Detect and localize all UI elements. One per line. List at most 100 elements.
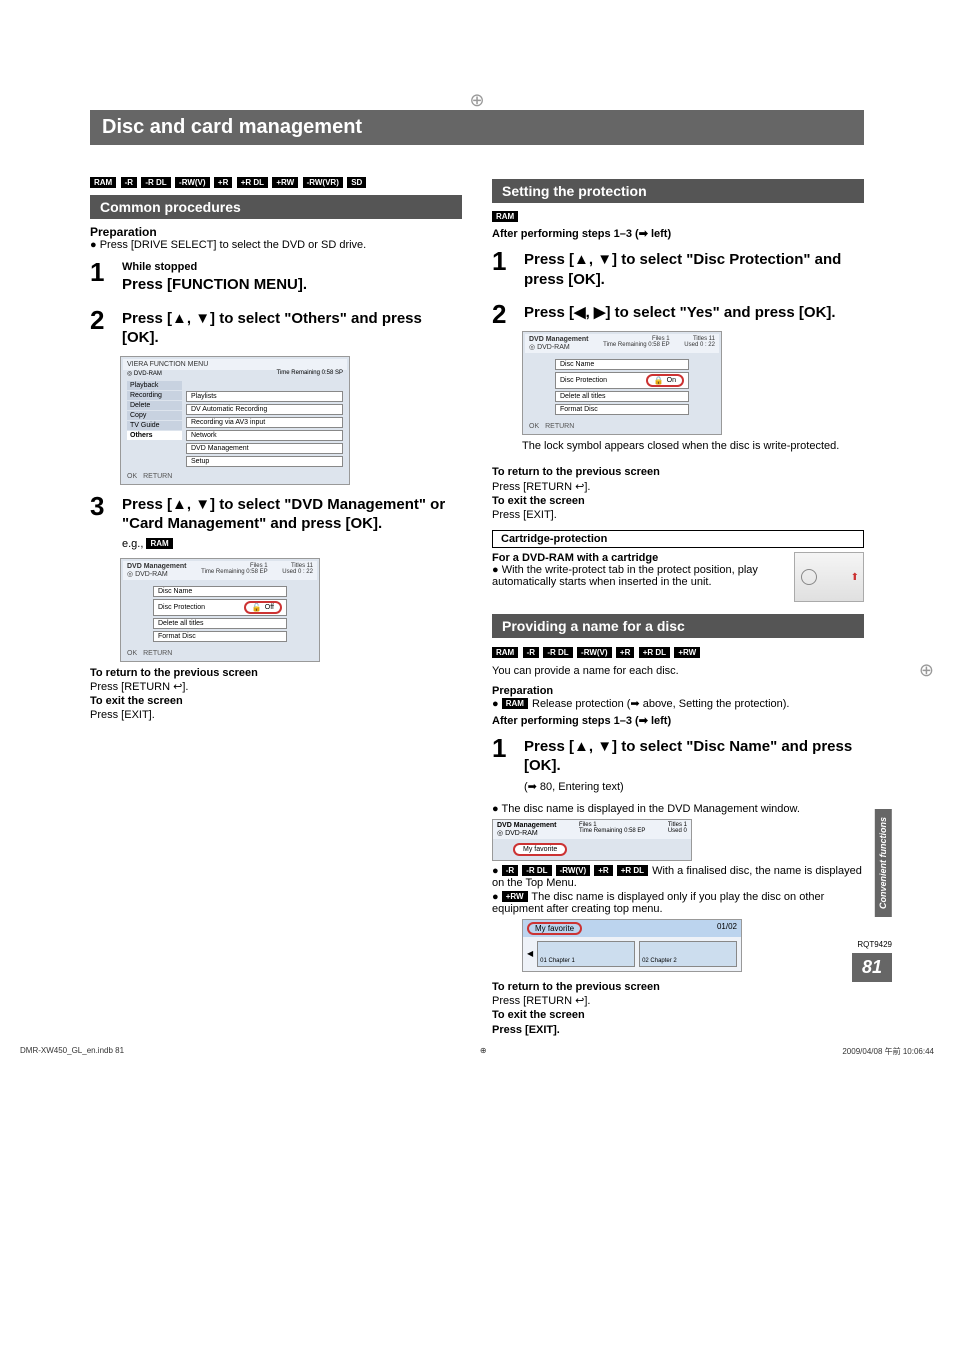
exit-label2: To exit the screen — [492, 495, 585, 507]
section-common-procedures: Common procedures — [90, 195, 462, 219]
dvd-management-screenshot-on: DVD Management◎ DVD-RAM Files 1 Time Rem… — [522, 331, 722, 435]
badge: +R — [214, 177, 232, 188]
return-label: To return to the previous screen — [90, 667, 258, 679]
step-number-2: 2 — [492, 301, 514, 327]
badge: -R — [121, 177, 137, 188]
menu-item: Playlists — [186, 391, 343, 402]
right-column: Setting the protection RAM After perform… — [492, 175, 864, 1037]
badge: -RW(V) — [556, 865, 591, 876]
sidebar-item: TV Guide — [127, 421, 182, 430]
step3-main: Press [▲, ▼] to select "DVD Management" … — [122, 495, 462, 534]
ss-disc: DVD-RAM — [134, 371, 162, 377]
step-number-3: 3 — [90, 493, 112, 519]
badge: -R — [523, 647, 539, 658]
exit-text: Press [EXIT]. — [90, 709, 155, 721]
step-number-2: 2 — [90, 307, 112, 333]
ss-return2: RETURN — [143, 650, 172, 657]
page-title: Disc and card management — [90, 110, 864, 145]
msul: Used — [668, 828, 682, 834]
cartridge-heading: Cartridge-protection — [492, 530, 864, 548]
badge: +RW — [272, 177, 298, 188]
dvd-management-screenshot-off: DVD Management◎ DVD-RAM Files 1 Time Rem… — [120, 558, 320, 662]
registration-mark-top: ⊕ — [469, 90, 484, 111]
badge: +R — [594, 865, 612, 876]
return-label2: To return to the previous screen — [492, 466, 660, 478]
format-badges-2: RAM -R -R DL -RW(V) +R +R DL +RW — [492, 644, 864, 658]
uv: 0 : 22 — [700, 342, 715, 348]
rw-text: The disc name is displayed only if you p… — [492, 891, 824, 915]
ul: Used — [684, 342, 698, 348]
ss-ok2: OK — [127, 650, 137, 657]
dm-item: Format Disc — [153, 631, 287, 642]
ss-ok: OK — [127, 473, 137, 480]
r: Time Remaining 0:58 EP — [603, 342, 669, 348]
step-number-1: 1 — [492, 735, 514, 761]
lock-note: The lock symbol appears closed when the … — [522, 439, 864, 453]
dm-item: Delete all titles — [153, 618, 287, 629]
return-text3: Press [RETURN ↩]. — [492, 995, 590, 1007]
finalised-note: ● -R -R DL -RW(V) +R +R DL With a finali… — [492, 865, 864, 889]
dm-off: Off — [265, 604, 274, 611]
rqt-code: RQT9429 — [857, 940, 892, 949]
preparation-label: Preparation — [90, 225, 462, 239]
function-menu-screenshot: VIERA FUNCTION MENU ◎ DVD-RAM Time Remai… — [120, 356, 350, 485]
dm-item2: Delete all titles — [555, 391, 689, 402]
exit-text-bold: Press [EXIT]. — [492, 1024, 560, 1036]
ss-used-lbl: Used — [282, 569, 296, 575]
badge: SD — [347, 177, 366, 188]
badge: -R DL — [522, 865, 551, 876]
step2-main: Press [▲, ▼] to select "Others" and pres… — [122, 309, 462, 348]
dm-item-protection: Disc Protection 🔓Off — [153, 599, 287, 616]
menu-item: Recording via AV3 input — [186, 417, 343, 428]
ss-remain2: Time Remaining 0:58 EP — [201, 569, 267, 575]
badge: -R — [502, 865, 518, 876]
top-menu-screenshot: My favorite 01/02 ◀ 01 Chapter 1 02 Chap… — [522, 919, 742, 972]
ss-used-val: 0 : 22 — [298, 569, 313, 575]
dm-item-protection2: Disc Protection 🔒On — [555, 372, 689, 389]
top-menu-thumb1: 01 Chapter 1 — [537, 941, 635, 967]
menu-item: DVD Management — [186, 443, 343, 454]
preparation-label2: Preparation — [492, 685, 864, 697]
ss-title: DVD Management — [127, 563, 187, 570]
disc-name-mini-screenshot: DVD Management◎ DVD-RAM Files 1Time Rema… — [492, 819, 692, 861]
ss-return3: RETURN — [545, 423, 574, 430]
myfav-oval: My favorite — [513, 843, 567, 856]
dm-item: Disc Name — [153, 586, 287, 597]
badge: RAM — [492, 647, 518, 658]
exit-text2: Press [EXIT]. — [492, 509, 557, 521]
format-badges-top: RAM -R -R DL -RW(V) +R +R DL +RW -RW(VR)… — [90, 175, 462, 189]
provide-line: You can provide a name for each disc. — [492, 664, 864, 678]
cartridge-illustration: ⬆ — [794, 552, 864, 602]
dm-protection-label: Disc Protection — [158, 604, 205, 611]
menu-item: DV Automatic Recording — [186, 404, 343, 415]
return-label3: To return to the previous screen — [492, 981, 660, 993]
disc-name-window-note: ● The disc name is displayed in the DVD … — [492, 803, 864, 815]
exit-label3: To exit the screen — [492, 1009, 585, 1021]
sidebar-item: Playback — [127, 381, 182, 390]
badge-rw: +RW — [502, 891, 528, 902]
print-footer: DMR-XW450_GL_en.indb 81 ⊕ 2009/04/08 午前 … — [0, 1046, 954, 1057]
dm-item2: Disc Name — [555, 359, 689, 370]
section-providing-name: Providing a name for a disc — [492, 614, 864, 638]
exit-label: To exit the screen — [90, 695, 183, 707]
step-number-1: 1 — [90, 259, 112, 285]
ss-ok3: OK — [529, 423, 539, 430]
protection-step1: Press [▲, ▼] to select "Disc Protection"… — [524, 250, 864, 289]
ms-title: DVD Management — [497, 822, 557, 829]
left-column: RAM -R -R DL -RW(V) +R +R DL +RW -RW(VR)… — [90, 175, 462, 1037]
ss-remain: Time Remaining 0:58 SP — [277, 370, 343, 377]
page-content: Disc and card management RAM -R -R DL -R… — [0, 0, 954, 1077]
badge: +R DL — [237, 177, 268, 188]
menu-item: Setup — [186, 456, 343, 467]
menu-item: Network — [186, 430, 343, 441]
disc-name-window-text: The disc name is displayed in the DVD Ma… — [502, 803, 800, 815]
badge: RAM — [90, 177, 116, 188]
badge: -RW(V) — [175, 177, 210, 188]
cartridge-bullet-text: With the write-protect tab in the protec… — [492, 564, 758, 588]
preparation-text: ● Press [DRIVE SELECT] to select the DVD… — [90, 239, 462, 251]
name-step1-note: (➡ 80, Entering text) — [524, 780, 864, 793]
badge: -R DL — [543, 647, 572, 658]
sidebar-item: Delete — [127, 401, 182, 410]
ss-return: RETURN — [143, 473, 172, 480]
rw-note: ● +RW The disc name is displayed only if… — [492, 891, 864, 915]
